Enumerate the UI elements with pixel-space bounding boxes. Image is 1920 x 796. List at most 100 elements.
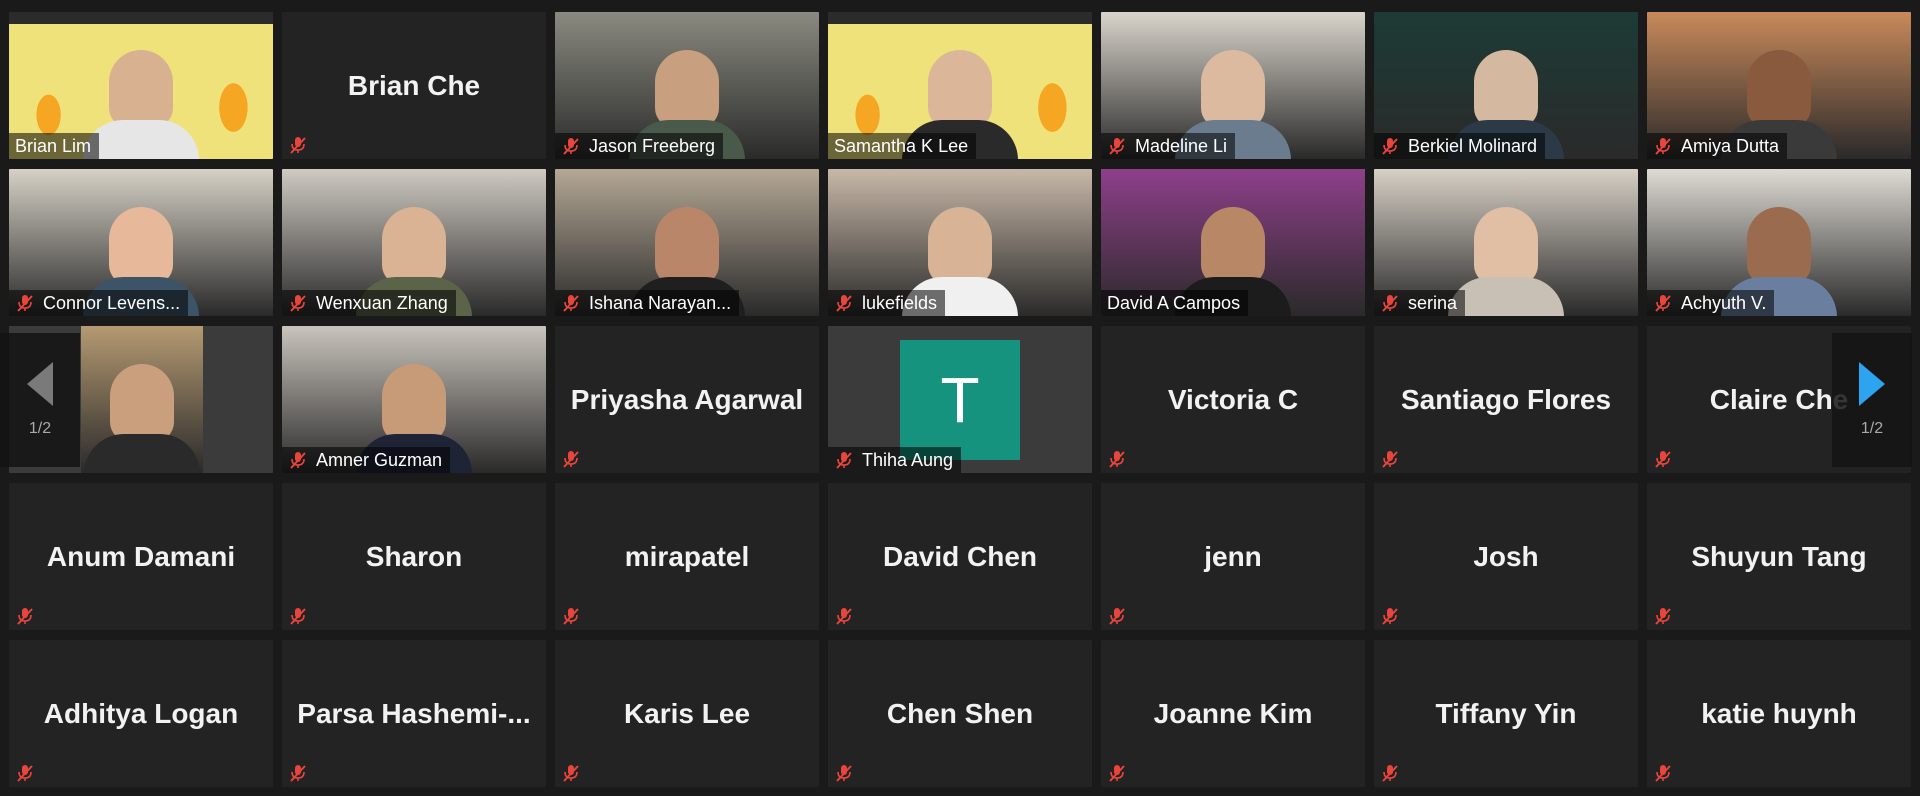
muted-mic-icon	[290, 765, 306, 782]
participant-display-name: Shuyun Tang	[1691, 540, 1867, 572]
participant-video-figure	[1448, 207, 1564, 316]
participant-name: lukefields	[862, 292, 938, 313]
muted-mic-icon	[836, 765, 852, 782]
participant-name: Ishana Narayan...	[589, 292, 732, 313]
participant-tile[interactable]: T Thiha Aung	[828, 326, 1092, 473]
muted-mic-icon	[836, 295, 852, 312]
participant-name-label: Amner Guzman	[282, 447, 451, 473]
participant-tile[interactable]: Parsa Hashemi-...	[282, 640, 546, 787]
participant-tile[interactable]: Brian Che	[282, 12, 546, 159]
previous-page-button[interactable]: 1/2	[0, 333, 80, 467]
participant-tile[interactable]: Brian Lim	[9, 12, 273, 159]
participant-tile[interactable]: katie huynh	[1647, 640, 1911, 787]
participant-tile[interactable]: jenn	[1101, 483, 1365, 630]
participant-tile[interactable]: Adhitya Logan	[9, 640, 273, 787]
participant-tile[interactable]: Amiya Dutta	[1647, 12, 1911, 159]
next-page-button[interactable]: 1/2	[1832, 333, 1912, 467]
participant-tile[interactable]: Madeline Li	[1101, 12, 1365, 159]
participant-avatar: T	[900, 339, 1020, 460]
participant-name: Berkiel Molinard	[1408, 135, 1538, 156]
participant-display-name: Victoria C	[1167, 383, 1299, 415]
participant-name-label: serina	[1374, 290, 1466, 316]
participant-tile[interactable]: David A Campos	[1101, 169, 1365, 316]
participant-video-figure	[1721, 50, 1837, 159]
participant-name: Amiya Dutta	[1681, 135, 1780, 156]
participant-tile[interactable]: Karis Lee	[555, 640, 819, 787]
participant-video-figure	[84, 364, 200, 473]
participant-tile[interactable]: Victoria C	[1101, 326, 1365, 473]
participant-tile[interactable]: Anum Damani	[9, 483, 273, 630]
participant-video-figure	[1448, 50, 1564, 159]
participant-name: David A Campos	[1107, 292, 1241, 313]
participant-display-name: Josh	[1473, 540, 1539, 572]
participant-tile[interactable]: David Chen	[828, 483, 1092, 630]
participant-name-label: Ishana Narayan...	[555, 290, 740, 316]
muted-mic-icon	[290, 608, 306, 625]
muted-mic-icon	[563, 608, 579, 625]
page-indicator-left: 1/2	[28, 420, 52, 437]
participant-name: serina	[1408, 292, 1458, 313]
muted-mic-icon	[1109, 138, 1125, 155]
participant-name: Jason Freeberg	[589, 135, 716, 156]
muted-mic-icon	[290, 137, 306, 154]
participant-name-label: Amiya Dutta	[1647, 133, 1788, 159]
participant-name: Samantha K Lee	[834, 135, 969, 156]
muted-mic-icon	[563, 451, 579, 468]
participant-name-label: Thiha Aung	[828, 447, 962, 473]
participant-tile[interactable]: Berkiel Molinard	[1374, 12, 1638, 159]
muted-mic-icon	[1382, 138, 1398, 155]
muted-mic-icon	[563, 138, 579, 155]
participant-tile[interactable]: Achyuth V.	[1647, 169, 1911, 316]
participant-tile[interactable]: Amner Guzman	[282, 326, 546, 473]
participant-name: Brian Lim	[15, 135, 92, 156]
participant-tile[interactable]: Ishana Narayan...	[555, 169, 819, 316]
participant-tile[interactable]: lukefields	[828, 169, 1092, 316]
participant-display-name: Karis Lee	[623, 697, 751, 729]
muted-mic-icon	[1382, 451, 1398, 468]
participant-video-figure	[629, 50, 745, 159]
participant-tile[interactable]: Chen Shen	[828, 640, 1092, 787]
participant-display-name: Brian Che	[347, 69, 481, 101]
participant-video-figure	[356, 207, 472, 316]
participant-display-name: Santiago Flores	[1400, 383, 1612, 415]
participant-video-figure	[629, 207, 745, 316]
participant-display-name: jenn	[1204, 540, 1262, 572]
participant-tile[interactable]: Tiffany Yin	[1374, 640, 1638, 787]
participant-tile[interactable]: Connor Levens...	[9, 169, 273, 316]
participant-name-label: Berkiel Molinard	[1374, 133, 1546, 159]
participant-tile[interactable]: Josh	[1374, 483, 1638, 630]
muted-mic-icon	[290, 295, 306, 312]
participant-tile[interactable]: serina	[1374, 169, 1638, 316]
participant-display-name: David Chen	[882, 540, 1038, 572]
muted-mic-icon	[1109, 608, 1125, 625]
chevron-right-icon	[1859, 362, 1885, 406]
participant-video-figure	[902, 50, 1018, 159]
participant-display-name: Tiffany Yin	[1435, 697, 1577, 729]
participant-video-figure	[83, 50, 199, 159]
participant-name: Achyuth V.	[1681, 292, 1767, 313]
muted-mic-icon	[836, 608, 852, 625]
participant-name-label: Connor Levens...	[9, 290, 189, 316]
participant-tile[interactable]: Santiago Flores	[1374, 326, 1638, 473]
muted-mic-icon	[1109, 451, 1125, 468]
participant-tile[interactable]: Wenxuan Zhang	[282, 169, 546, 316]
participant-tile[interactable]: Priyasha Agarwal	[555, 326, 819, 473]
muted-mic-icon	[1382, 608, 1398, 625]
participant-tile[interactable]: Shuyun Tang	[1647, 483, 1911, 630]
participant-display-name: Adhitya Logan	[43, 697, 239, 729]
participant-video-figure	[1175, 50, 1291, 159]
muted-mic-icon	[563, 765, 579, 782]
participant-tile[interactable]: Sharon	[282, 483, 546, 630]
muted-mic-icon	[836, 452, 852, 469]
participant-display-name: mirapatel	[624, 540, 750, 572]
muted-mic-icon	[1655, 765, 1671, 782]
participant-tile[interactable]: mirapatel	[555, 483, 819, 630]
participant-name-label: lukefields	[828, 290, 946, 316]
participant-name-label: Samantha K Lee	[828, 133, 977, 159]
participant-tile[interactable]: Joanne Kim	[1101, 640, 1365, 787]
muted-mic-icon	[17, 608, 33, 625]
participant-tile[interactable]: Samantha K Lee	[828, 12, 1092, 159]
participant-display-name: Priyasha Agarwal	[570, 383, 804, 415]
muted-mic-icon	[17, 295, 33, 312]
participant-tile[interactable]: Jason Freeberg	[555, 12, 819, 159]
